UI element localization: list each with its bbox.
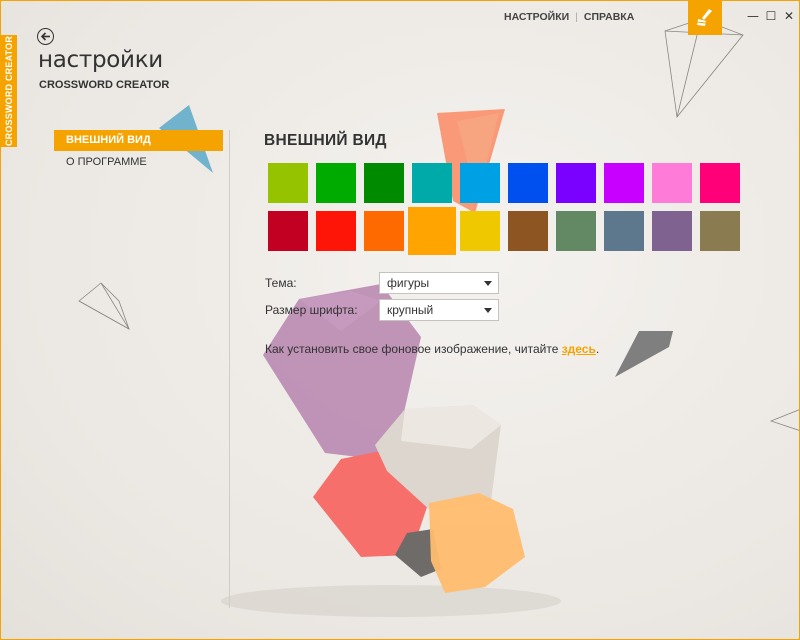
page-title: настройки xyxy=(38,47,163,73)
settings-nav: ВНЕШНИЙ ВИД О ПРОГРАММЕ xyxy=(54,130,223,174)
color-swatch[interactable] xyxy=(700,211,740,251)
broom-pencil-icon xyxy=(696,9,712,26)
color-swatch[interactable] xyxy=(652,163,692,203)
app-logo-tile xyxy=(688,1,722,35)
color-swatch[interactable] xyxy=(460,163,500,203)
top-links-separator: | xyxy=(575,11,578,23)
app-window: CROSSWORD CREATOR НАСТРОЙКИ | СПРАВКА — … xyxy=(0,0,800,640)
color-swatch[interactable] xyxy=(652,211,692,251)
color-swatches xyxy=(268,163,744,259)
color-swatch[interactable] xyxy=(508,211,548,251)
color-swatch[interactable] xyxy=(316,211,356,251)
vertical-divider xyxy=(229,130,230,608)
color-swatch[interactable] xyxy=(364,211,404,251)
back-button[interactable] xyxy=(37,28,54,45)
color-swatch[interactable] xyxy=(316,163,356,203)
side-tab-label: CROSSWORD CREATOR xyxy=(4,35,14,147)
section-title: ВНЕШНИЙ ВИД xyxy=(264,132,387,149)
close-button[interactable]: ✕ xyxy=(783,9,795,23)
window-controls: — ☐ ✕ xyxy=(747,9,795,23)
background-info-text: Как установить свое фоновое изображение,… xyxy=(265,342,599,356)
help-link[interactable]: СПРАВКА xyxy=(584,11,634,23)
color-swatch[interactable] xyxy=(556,211,596,251)
color-swatch[interactable] xyxy=(268,163,308,203)
theme-label: Тема: xyxy=(265,276,297,290)
nav-item-about[interactable]: О ПРОГРАММЕ xyxy=(54,152,223,173)
font-size-select-value: крупный xyxy=(387,303,434,317)
maximize-button[interactable]: ☐ xyxy=(765,9,777,23)
swatch-row xyxy=(268,163,744,203)
theme-select-value: фигуры xyxy=(387,276,430,290)
color-swatch[interactable] xyxy=(508,163,548,203)
color-swatch[interactable] xyxy=(700,163,740,203)
side-tab[interactable]: CROSSWORD CREATOR xyxy=(1,35,17,147)
color-swatch[interactable] xyxy=(604,211,644,251)
settings-link[interactable]: НАСТРОЙКИ xyxy=(504,11,569,23)
color-swatch[interactable] xyxy=(412,163,452,203)
chevron-down-icon xyxy=(484,281,492,286)
app-subtitle: CROSSWORD CREATOR xyxy=(39,79,170,91)
theme-select[interactable]: фигуры xyxy=(379,272,499,294)
font-size-select[interactable]: крупный xyxy=(379,299,499,321)
top-links: НАСТРОЙКИ | СПРАВКА xyxy=(504,10,634,24)
color-swatch[interactable] xyxy=(364,163,404,203)
chevron-down-icon xyxy=(484,308,492,313)
info-link[interactable]: здесь xyxy=(562,342,596,356)
swatch-row xyxy=(268,207,744,255)
arrow-left-icon xyxy=(40,32,50,41)
minimize-button[interactable]: — xyxy=(747,9,759,23)
color-swatch[interactable] xyxy=(408,207,456,255)
font-size-label: Размер шрифта: xyxy=(265,303,358,317)
info-suffix: . xyxy=(595,342,600,356)
color-swatch[interactable] xyxy=(460,211,500,251)
info-text: Как установить свое фоновое изображение,… xyxy=(265,342,562,356)
color-swatch[interactable] xyxy=(268,211,308,251)
nav-item-appearance[interactable]: ВНЕШНИЙ ВИД xyxy=(54,130,223,151)
color-swatch[interactable] xyxy=(556,163,596,203)
color-swatch[interactable] xyxy=(604,163,644,203)
